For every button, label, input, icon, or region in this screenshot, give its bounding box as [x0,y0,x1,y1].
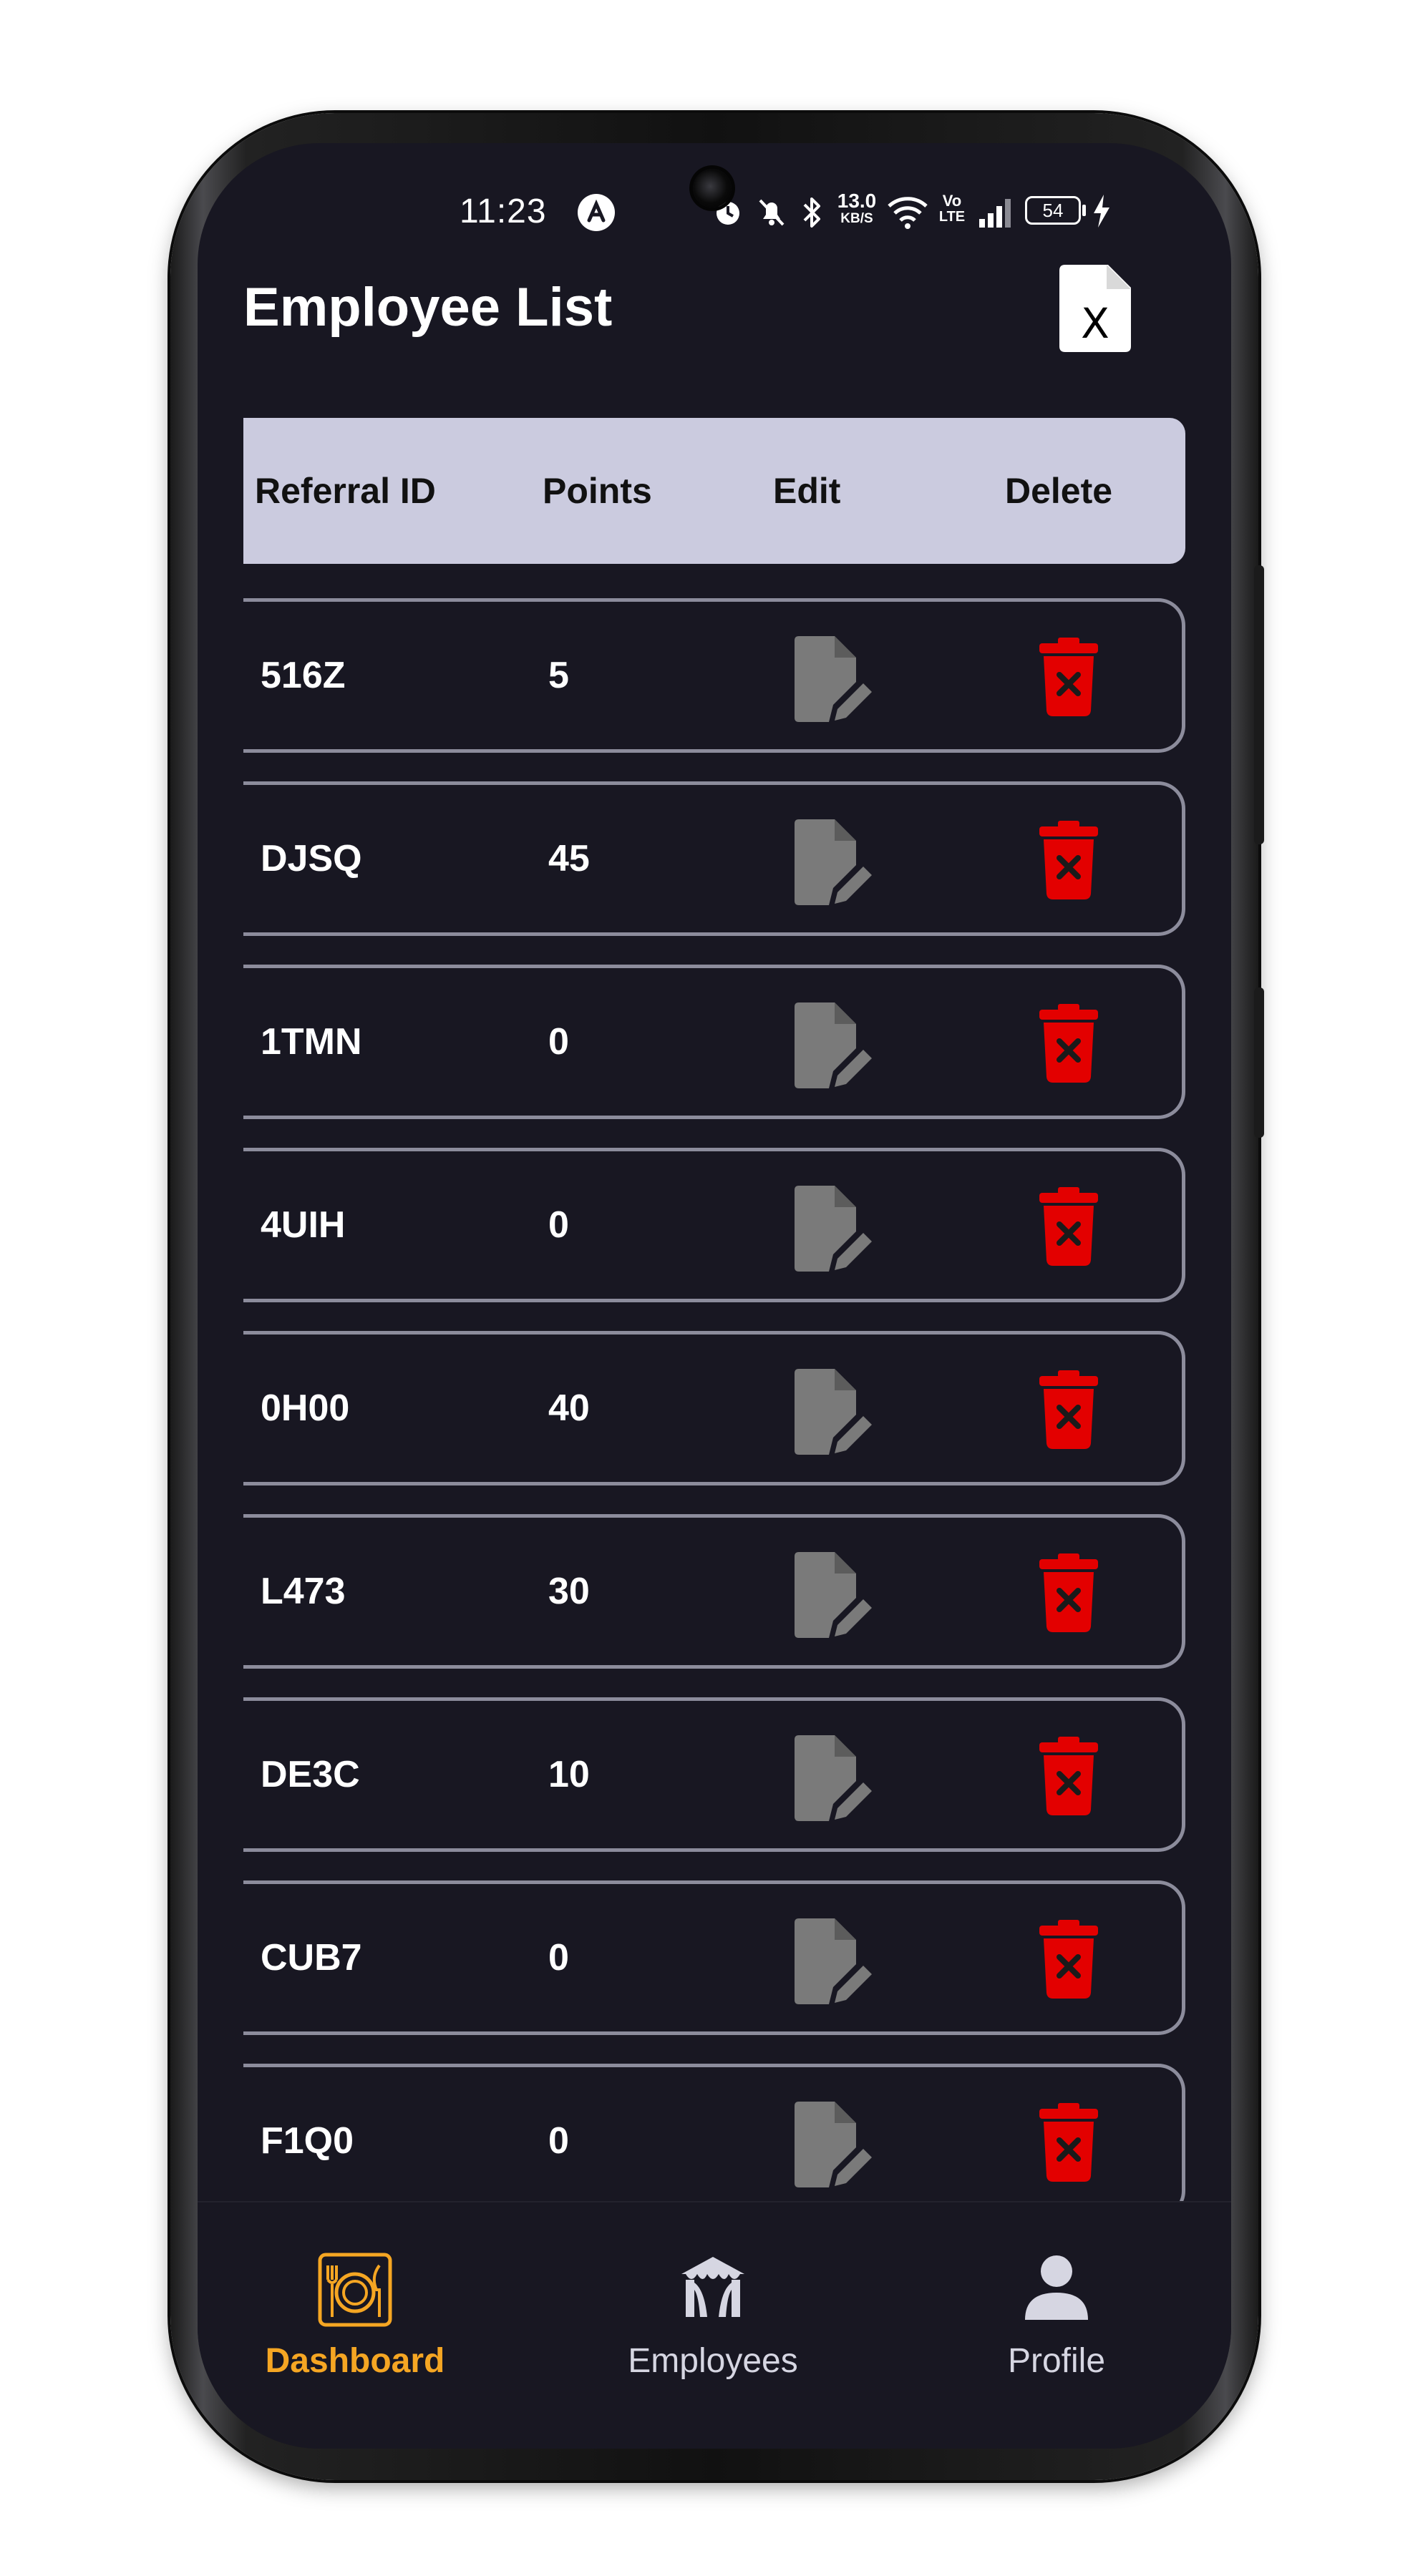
edit-button[interactable] [795,1918,873,2004]
referral-id-cell: CUB7 [261,1937,362,1979]
delete-button[interactable] [1039,1920,1098,1999]
delete-trash-icon [1039,1920,1098,1999]
power-button [1254,987,1264,1138]
delete-button[interactable] [1039,1004,1098,1083]
delete-trash-icon [1039,2103,1098,2182]
edit-document-icon [795,1369,872,1455]
delete-trash-icon [1039,1187,1098,1266]
delete-button[interactable] [1039,1553,1098,1632]
edit-document-icon [795,1002,872,1088]
points-cell: 45 [548,838,590,879]
front-camera [693,169,732,208]
employees-tent-icon [681,2257,744,2317]
delete-button[interactable] [1039,821,1098,899]
edit-document-icon [795,1552,872,1638]
referral-id-cell: 516Z [261,655,346,696]
edit-document-icon [795,1918,872,2004]
points-cell: 0 [548,1021,569,1063]
delete-trash-icon [1039,638,1098,716]
delete-trash-icon [1039,1004,1098,1083]
nav-label-profile: Profile [1007,2342,1106,2380]
edit-button[interactable] [795,1369,873,1455]
points-cell: 40 [548,1387,590,1429]
table-row: DE3C 10 [243,1697,1185,1852]
bottom-navigation: Dashboard Employees Profile [198,2201,1231,2449]
points-cell: 10 [548,1754,590,1795]
points-cell: 5 [548,655,569,696]
delete-button[interactable] [1039,638,1098,716]
points-cell: 30 [548,1571,590,1612]
table-row: DJSQ 45 [243,781,1185,936]
delete-trash-icon [1039,821,1098,899]
nav-label-employees: Employees [628,2342,798,2380]
profile-person-icon [1025,2255,1088,2320]
nav-label-dashboard: Dashboard [265,2342,445,2380]
edit-document-icon [795,636,872,722]
points-cell: 0 [548,2120,569,2162]
referral-id-cell: DE3C [261,1754,360,1795]
referral-id-cell: 4UIH [261,1204,346,1246]
delete-button[interactable] [1039,1370,1098,1449]
nav-item-dashboard[interactable]: Dashboard [248,2202,462,2449]
table-row: L473 30 [243,1514,1185,1669]
edit-button[interactable] [795,636,873,722]
edit-document-icon [795,2102,872,2187]
table-row: 0H00 40 [243,1331,1185,1485]
table-row: 4UIH 0 [243,1148,1185,1302]
table-row: CUB7 0 [243,1880,1185,2035]
edit-document-icon [795,819,872,905]
points-cell: 0 [548,1937,569,1979]
edit-document-icon [795,1186,872,1272]
delete-button[interactable] [1039,1187,1098,1266]
app-screen: 11:23 13.0 KB/S Vo LTE 54 Employee List … [198,143,1231,2449]
volume-button [1254,565,1264,844]
points-cell: 0 [548,1204,569,1246]
referral-id-cell: L473 [261,1571,346,1612]
edit-button[interactable] [795,1002,873,1088]
referral-id-cell: F1Q0 [261,2120,354,2162]
delete-button[interactable] [1039,2103,1098,2182]
referral-id-cell: DJSQ [261,838,362,879]
edit-document-icon [795,1735,872,1821]
table-row: 1TMN 0 [243,965,1185,1119]
dashboard-plate-icon [318,2253,392,2327]
delete-trash-icon [1039,1370,1098,1449]
delete-trash-icon [1039,1737,1098,1815]
edit-button[interactable] [795,1735,873,1821]
table-row: 516Z 5 [243,598,1185,753]
edit-button[interactable] [795,819,873,905]
edit-button[interactable] [795,2102,873,2187]
edit-button[interactable] [795,1186,873,1272]
nav-item-profile[interactable]: Profile [949,2202,1164,2449]
delete-trash-icon [1039,1553,1098,1632]
nav-item-employees[interactable]: Employees [606,2202,820,2449]
referral-id-cell: 1TMN [261,1021,362,1063]
referral-id-cell: 0H00 [261,1387,350,1429]
employee-rows: 516Z 5 DJSQ 45 1TMN 0 4UIH 0 0H00 40 L47… [198,143,1231,2449]
edit-button[interactable] [795,1552,873,1638]
table-row: F1Q0 0 [243,2064,1185,2218]
delete-button[interactable] [1039,1737,1098,1815]
